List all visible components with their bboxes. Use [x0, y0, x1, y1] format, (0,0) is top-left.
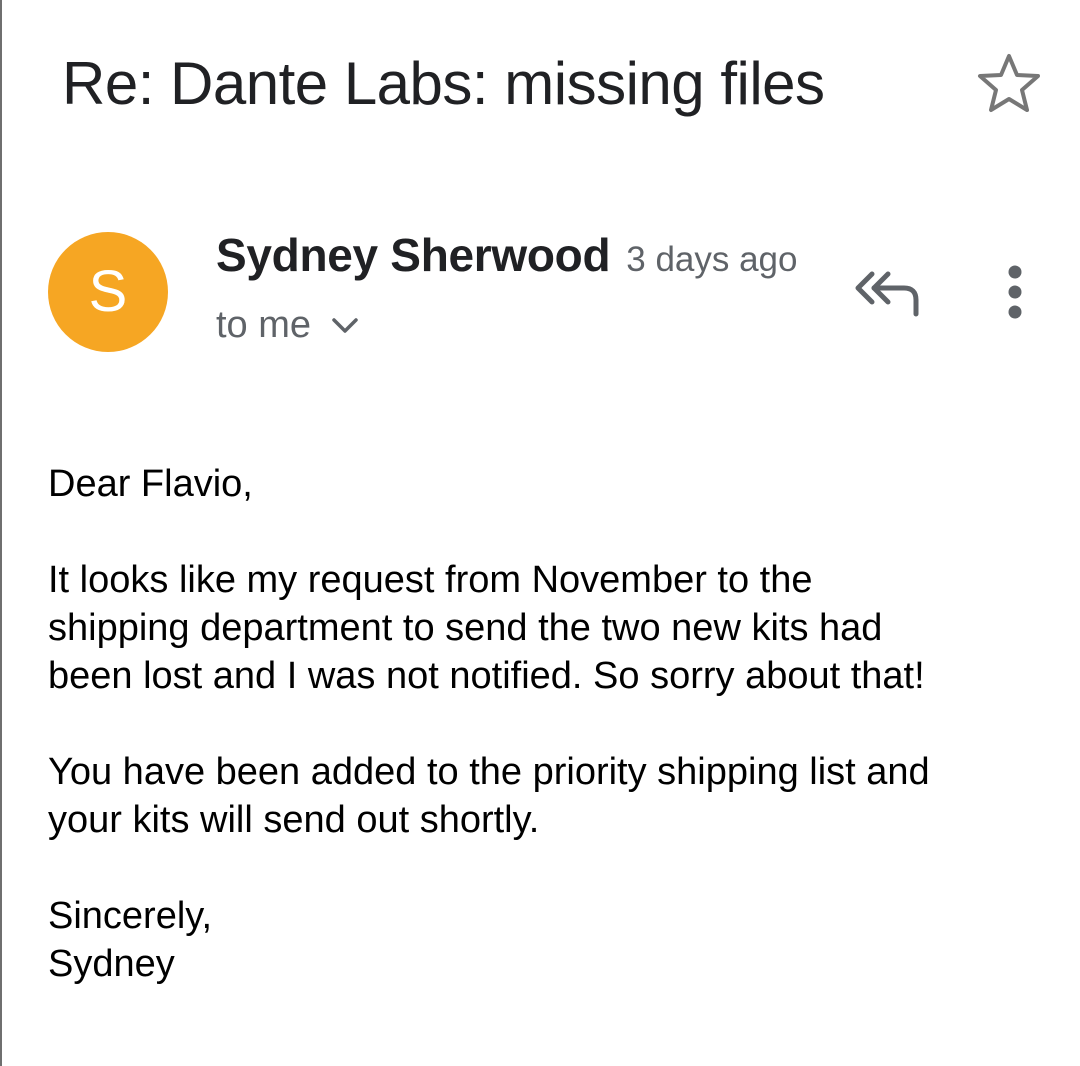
sender-row: Sydney Sherwood 3 days ago: [216, 228, 798, 290]
sender-name[interactable]: Sydney Sherwood: [216, 228, 611, 282]
left-edge-divider: [0, 0, 2, 1066]
star-icon[interactable]: [976, 52, 1042, 114]
sender-avatar[interactable]: S: [48, 232, 168, 352]
more-options-icon[interactable]: [996, 262, 1034, 324]
body-greeting: Dear Flavio,: [48, 463, 253, 505]
reply-all-icon[interactable]: [852, 268, 924, 318]
body-paragraph-2: You have been added to the priority ship…: [48, 751, 930, 841]
recipient-label: to me: [216, 304, 312, 346]
chevron-down-icon[interactable]: [311, 311, 359, 340]
recipient-details-toggle[interactable]: to me: [216, 304, 359, 347]
email-body: Dear Flavio, It looks like my request fr…: [48, 460, 1058, 988]
body-closing: Sincerely, Sydney: [48, 895, 213, 985]
email-subject: Re: Dante Labs: missing files: [62, 50, 825, 117]
sent-time: 3 days ago: [626, 240, 798, 279]
body-paragraph-1: It looks like my request from November t…: [48, 559, 925, 697]
